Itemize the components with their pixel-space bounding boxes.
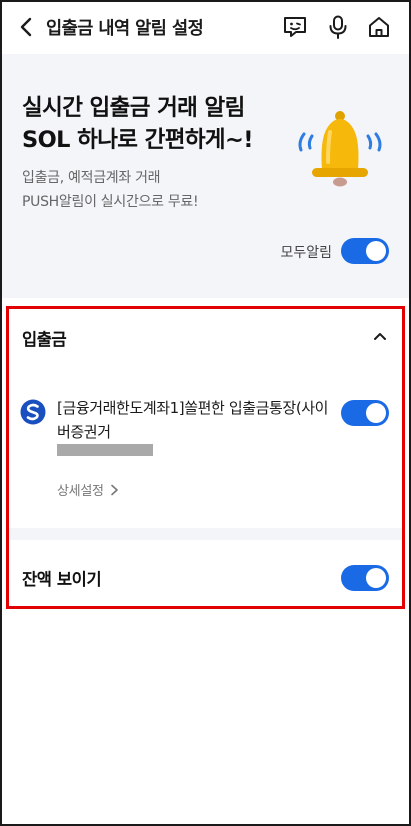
- microphone-icon[interactable]: [325, 14, 351, 40]
- detail-settings-link[interactable]: 상세설정: [57, 480, 119, 499]
- promo-title-line-2: SOL 하나로 간편하게~!: [22, 127, 254, 153]
- promo-subtitle-line-1: 입출금, 예적금계좌 거래: [22, 170, 161, 186]
- bank-logo-icon: [20, 399, 46, 425]
- promo-title: 실시간 입출금 거래 알림 SOL 하나로 간편하게~!: [22, 92, 254, 156]
- chevron-up-icon[interactable]: [370, 328, 390, 344]
- promo-title-line-1: 실시간 입출금 거래 알림: [22, 95, 245, 121]
- masked-account-number: [57, 444, 153, 456]
- account-alarm-toggle[interactable]: [341, 400, 389, 426]
- page-title: 입출금 내역 알림 설정: [46, 19, 204, 39]
- app-header: 입출금 내역 알림 설정: [0, 0, 411, 54]
- show-balance-label: 잔액 보이기: [22, 570, 102, 589]
- all-alarm-label: 모두알림: [280, 245, 332, 261]
- section-divider: [9, 528, 402, 540]
- detail-settings-label: 상세설정: [57, 484, 104, 499]
- chatbot-icon[interactable]: [282, 14, 308, 40]
- back-arrow-icon[interactable]: [16, 15, 38, 39]
- show-balance-toggle[interactable]: [341, 565, 389, 591]
- highlight-box: [6, 306, 405, 609]
- bell-icon: [298, 111, 382, 187]
- promo-subtitle: 입출금, 예적금계좌 거래 PUSH알림이 실시간으로 무료!: [22, 166, 199, 214]
- home-icon[interactable]: [366, 14, 392, 40]
- all-alarm-toggle[interactable]: [341, 238, 389, 264]
- toggle-knob: [366, 568, 386, 588]
- deposit-section-title: 입출금: [22, 330, 67, 349]
- toggle-knob: [366, 403, 386, 423]
- alarm-promo-banner: 실시간 입출금 거래 알림 SOL 하나로 간편하게~! 입출금, 예적금계좌 …: [2, 54, 409, 298]
- chevron-right-icon: [111, 484, 119, 496]
- promo-subtitle-line-2: PUSH알림이 실시간으로 무료!: [22, 194, 199, 210]
- account-name: [금융거래한도계좌1]쏠편한 입출금통장(사이버증권거: [57, 399, 329, 441]
- toggle-knob: [366, 241, 386, 261]
